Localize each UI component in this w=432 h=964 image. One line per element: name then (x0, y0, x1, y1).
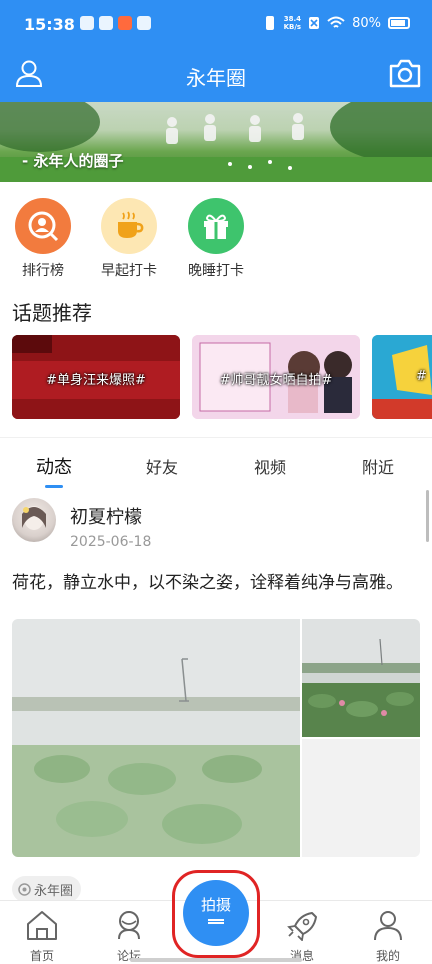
nav-me[interactable]: 我的 (358, 909, 418, 964)
avatar-image (22, 506, 46, 530)
vibrate-icon (265, 16, 274, 30)
status-bar: 15:38 38.4 KB/s 80% (0, 0, 432, 50)
nav-home-label: 首页 (29, 949, 54, 963)
topic-card-third[interactable]: # (372, 335, 432, 419)
avatar[interactable] (12, 498, 56, 542)
post-tag[interactable]: 永年圈 (12, 876, 82, 902)
notification-icon (80, 16, 94, 30)
page-title: 永年圈 (186, 66, 246, 90)
post-text: 荷花，静立水中，以不染之姿，诠释着纯净与高雅。 (12, 573, 403, 593)
lotus-lake-photo (12, 619, 300, 857)
topics-section-title: 话题推荐 (12, 301, 92, 325)
sim-off-icon (309, 17, 320, 29)
home-indicator[interactable] (130, 958, 302, 962)
tab-friends[interactable]: 好友 (132, 454, 192, 478)
notification-icons (80, 16, 151, 30)
post-photo-side[interactable] (302, 619, 420, 737)
post-photo-main[interactable] (12, 619, 300, 857)
capture-button[interactable]: 拍摄 (183, 880, 249, 946)
quick-action-label: 晚睡打卡 (188, 263, 244, 279)
notification-icon (99, 16, 113, 30)
user-icon (374, 911, 402, 941)
feed-tabs: 动态 好友 视频 附近 (0, 437, 432, 491)
home-icon (27, 911, 57, 940)
status-time: 15:38 (24, 15, 75, 34)
gift-icon (188, 198, 244, 254)
status-right: 38.4 KB/s 80% (263, 15, 410, 31)
post-author-name[interactable]: 初夏柠檬 (70, 503, 142, 529)
topic-label: #单身汪来爆照# (46, 373, 146, 388)
nav-messages[interactable]: 消息 (272, 909, 332, 964)
active-tab-indicator (45, 485, 63, 488)
post-tag-label: 永年圈 (34, 883, 74, 899)
nav-forum[interactable]: 论坛 (99, 909, 159, 964)
post-date: 2025-06-18 (70, 534, 152, 550)
lotus-lake-photo (302, 619, 420, 737)
battery-icon (388, 17, 410, 29)
circle-tag-icon (18, 882, 31, 896)
coffee-cup-icon (101, 198, 157, 254)
topic-card-selfie[interactable]: #帅哥靓女晒自拍# (192, 335, 360, 419)
banner-image[interactable]: - 永年人的圈子 (0, 102, 432, 182)
rocket-icon (287, 912, 317, 942)
quick-action-ranking[interactable]: 排行榜 (3, 198, 83, 280)
nav-me-label: 我的 (375, 949, 400, 963)
forum-icon (118, 911, 140, 940)
quick-action-morning-checkin[interactable]: 早起打卡 (89, 198, 169, 280)
ranking-icon (15, 198, 71, 254)
notification-icon (118, 16, 132, 30)
post-photo-placeholder (302, 739, 420, 857)
tab-feed[interactable]: 动态 (24, 453, 84, 479)
scrollbar[interactable] (426, 490, 429, 542)
camera-icon[interactable] (388, 57, 422, 89)
battery-percent: 80% (352, 15, 381, 31)
wifi-icon (327, 16, 345, 28)
network-speed: 38.4 KB/s (283, 15, 302, 31)
tab-video[interactable]: 视频 (240, 454, 300, 478)
menu-lines-icon (208, 919, 224, 924)
topic-label: #帅哥靓女晒自拍# (219, 373, 333, 388)
quick-action-label: 排行榜 (22, 263, 64, 279)
tab-nearby[interactable]: 附近 (348, 454, 408, 478)
mail-icon (137, 16, 151, 30)
quick-action-night-checkin[interactable]: 晚睡打卡 (176, 198, 256, 280)
topic-card-single[interactable]: #单身汪来爆照# (12, 335, 180, 419)
banner-caption: - 永年人的圈子 (22, 152, 124, 170)
capture-button-label: 拍摄 (200, 896, 231, 914)
nav-home[interactable]: 首页 (12, 909, 72, 964)
quick-action-label: 早起打卡 (101, 263, 157, 279)
topic-label: # (416, 369, 427, 384)
app-bar: 永年圈 (0, 50, 432, 102)
